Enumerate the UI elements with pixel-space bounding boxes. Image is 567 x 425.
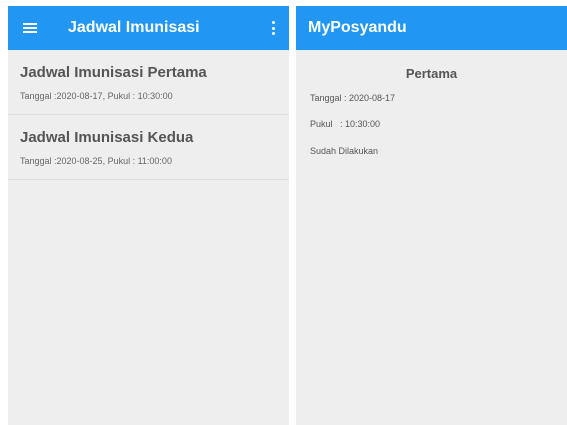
list-item-title: Jadwal Imunisasi Pertama — [20, 64, 207, 81]
detail-time: Pukul : 10:30:00 — [310, 119, 381, 129]
schedule-detail-screen: MyPosyandu Pertama Tanggal : 2020-08-17 … — [296, 6, 567, 425]
list-item-subtitle: Tanggal :2020-08-25, Pukul : 11:00:00 — [20, 156, 172, 166]
app-bar: Jadwal Imunisasi — [8, 6, 289, 50]
schedule-list-screen: Jadwal Imunisasi Jadwal Imunisasi Pertam… — [8, 6, 289, 425]
list-item-subtitle: Tanggal :2020-08-17, Pukul : 10:30:00 — [20, 91, 173, 101]
hamburger-menu-icon[interactable] — [12, 6, 48, 50]
more-vert-icon[interactable] — [271, 21, 275, 35]
detail-date: Tanggal : 2020-08-17 — [310, 93, 396, 103]
detail-status: Sudah Dilakukan — [310, 146, 379, 156]
list-item-title: Jadwal Imunisasi Kedua — [20, 129, 194, 146]
app-bar-title: Jadwal Imunisasi — [68, 19, 200, 36]
list-item[interactable]: Jadwal Imunisasi Kedua Tanggal :2020-08-… — [8, 115, 289, 180]
app-bar: MyPosyandu — [296, 6, 567, 50]
detail-heading: Pertama — [405, 66, 458, 81]
app-bar-title: MyPosyandu — [308, 19, 407, 36]
list-item[interactable]: Jadwal Imunisasi Pertama Tanggal :2020-0… — [8, 50, 289, 115]
